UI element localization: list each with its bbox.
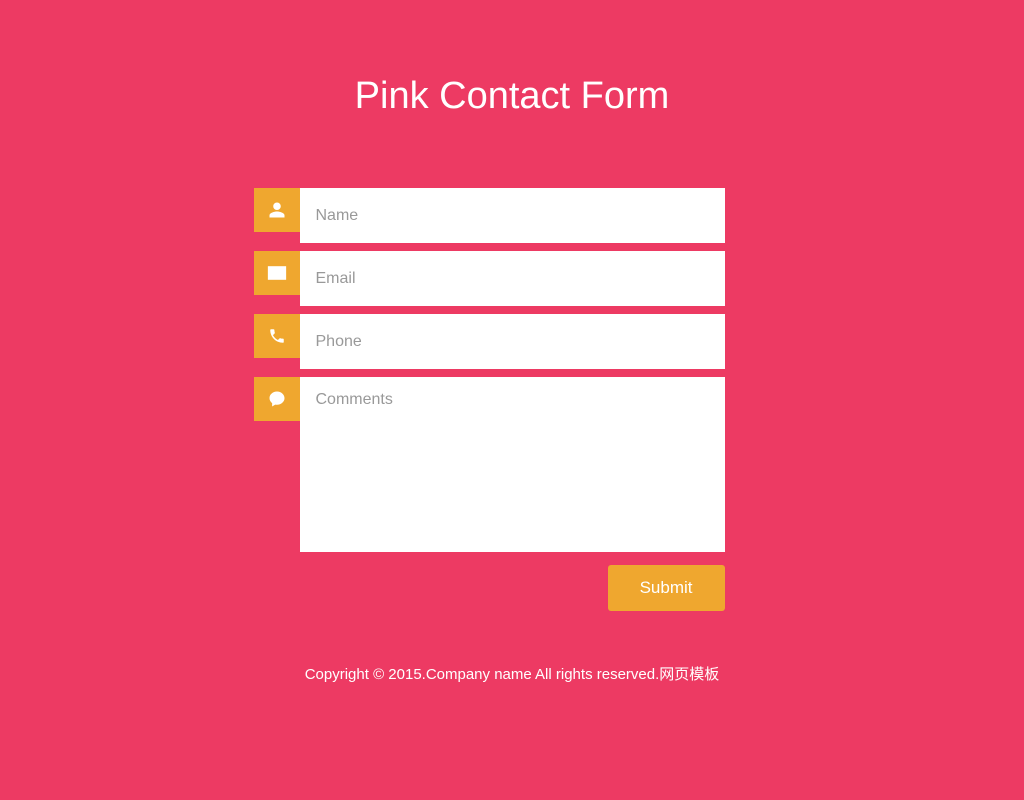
- submit-button[interactable]: Submit: [608, 565, 725, 611]
- footer-link[interactable]: 网页模板: [659, 666, 719, 683]
- email-input[interactable]: [300, 251, 725, 306]
- footer-text: Copyright © 2015.Company name All rights…: [305, 666, 660, 683]
- page-title: Pink Contact Form: [0, 75, 1024, 118]
- comments-input[interactable]: [300, 377, 725, 552]
- user-icon: [254, 188, 300, 232]
- name-row: [300, 188, 725, 243]
- footer: Copyright © 2015.Company name All rights…: [0, 663, 1024, 684]
- phone-input[interactable]: [300, 314, 725, 369]
- contact-form: Submit: [300, 188, 725, 611]
- email-row: [300, 251, 725, 306]
- name-input[interactable]: [300, 188, 725, 243]
- comments-row: [300, 377, 725, 557]
- phone-row: [300, 314, 725, 369]
- phone-icon: [254, 314, 300, 358]
- speech-bubble-icon: [254, 377, 300, 421]
- envelope-icon: [254, 251, 300, 295]
